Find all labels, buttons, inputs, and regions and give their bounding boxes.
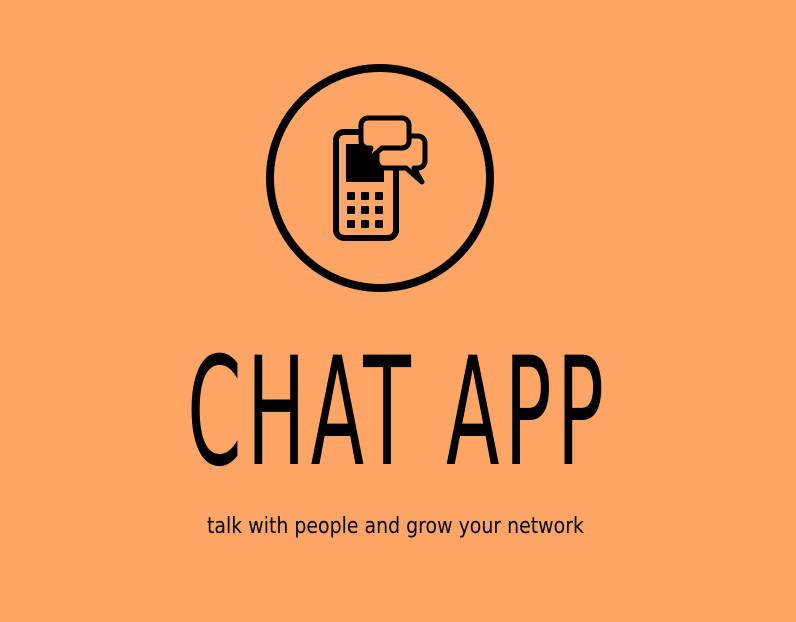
- phone-chat-icon: [266, 64, 494, 292]
- app-tagline: talk with people and grow your network: [206, 514, 584, 539]
- app-title: CHAT APP: [187, 326, 610, 500]
- app-logo: [266, 64, 494, 292]
